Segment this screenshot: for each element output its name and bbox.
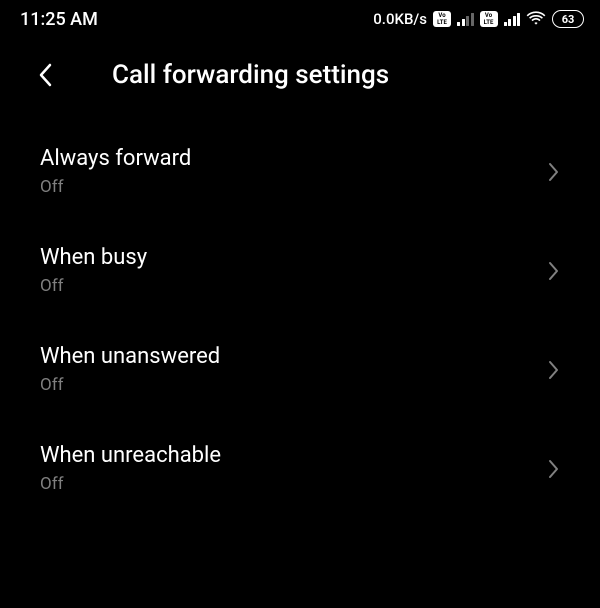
setting-value: Off (40, 276, 147, 296)
setting-when-busy[interactable]: When busy Off (20, 221, 580, 320)
chevron-right-icon (548, 459, 560, 479)
chevron-right-icon (548, 360, 560, 380)
setting-value: Off (40, 474, 221, 494)
setting-value: Off (40, 177, 191, 197)
wifi-icon (526, 11, 546, 27)
page-title: Call forwarding settings (112, 60, 389, 90)
setting-label: Always forward (40, 146, 191, 171)
volte-icon-2: VoLTE (480, 11, 498, 27)
setting-label: When unreachable (40, 443, 221, 468)
setting-when-unreachable[interactable]: When unreachable Off (20, 419, 580, 518)
data-speed: 0.0KB/s (373, 10, 427, 28)
setting-text: When busy Off (40, 245, 147, 296)
signal-icon-2 (504, 12, 521, 26)
volte-icon-1: VoLTE (433, 11, 451, 27)
setting-always-forward[interactable]: Always forward Off (20, 122, 580, 221)
signal-icon-1 (457, 12, 474, 26)
settings-list: Always forward Off When busy Off When un… (0, 122, 600, 518)
setting-text: When unreachable Off (40, 443, 221, 494)
setting-label: When busy (40, 245, 147, 270)
status-right: 0.0KB/s VoLTE VoLTE 63 (373, 10, 584, 28)
status-time: 11:25 AM (20, 9, 98, 30)
back-icon (38, 63, 52, 87)
chevron-right-icon (548, 162, 560, 182)
setting-text: When unanswered Off (40, 344, 220, 395)
status-bar: 11:25 AM 0.0KB/s VoLTE VoLTE 63 (0, 0, 600, 36)
setting-text: Always forward Off (40, 146, 191, 197)
chevron-right-icon (548, 261, 560, 281)
battery-icon: 63 (552, 10, 584, 28)
header: Call forwarding settings (0, 36, 600, 122)
setting-value: Off (40, 375, 220, 395)
setting-when-unanswered[interactable]: When unanswered Off (20, 320, 580, 419)
setting-label: When unanswered (40, 344, 220, 369)
back-button[interactable] (30, 60, 60, 90)
